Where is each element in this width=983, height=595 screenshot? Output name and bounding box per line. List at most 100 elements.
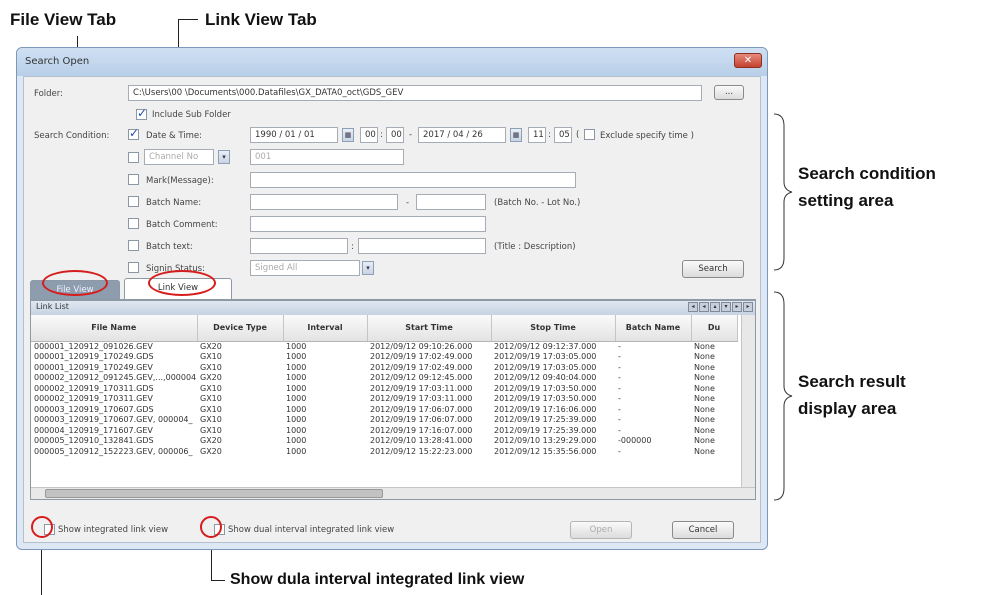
channel-select[interactable]: Channel No — [144, 149, 214, 165]
to-date-field[interactable]: 2017 / 04 / 26 — [418, 127, 506, 143]
table-row[interactable]: 000001_120919_170249.GEV GX10 1000 2012/09/… — [31, 362, 737, 373]
column-header[interactable]: Batch Name — [615, 315, 692, 342]
nav-prev-icon[interactable]: ◂ — [699, 302, 709, 312]
browse-button[interactable]: ... — [714, 85, 744, 100]
signin-status-select[interactable]: Signed All — [250, 260, 360, 276]
table-cell: GX10 — [200, 383, 222, 393]
table-row[interactable]: 000002_120912_091245.GEV,...,000004 GX20 1… — [31, 373, 737, 384]
table-cell: 000001_120919_170249.GDS — [34, 352, 154, 362]
horizontal-scrollbar[interactable] — [31, 487, 755, 499]
signin-dropdown-icon[interactable]: ▾ — [362, 261, 374, 275]
table-cell: 000003_120919_170607.GEV, 000004_ — [34, 415, 193, 425]
callout-search-condition: Search condition setting area — [798, 164, 936, 210]
table-row[interactable]: 000005_120912_152223.GEV, 000006_ GX20 100… — [31, 446, 737, 457]
column-header[interactable]: Interval — [283, 315, 368, 342]
table-cell: None — [694, 342, 715, 351]
date-time-label: Date & Time: — [146, 131, 203, 141]
table-cell: 000001_120919_170249.GEV — [34, 362, 153, 372]
from-minute-field[interactable]: 00 — [386, 127, 404, 143]
table-cell: None — [694, 436, 715, 446]
to-hour-field[interactable]: 11 — [528, 127, 546, 143]
table-cell: GX20 — [200, 446, 222, 456]
highlight-circle-file-view — [42, 270, 108, 296]
exclude-time-checkbox[interactable] — [584, 129, 595, 140]
from-date-field[interactable]: 1990 / 01 / 01 — [250, 127, 338, 143]
table-cell: - — [618, 404, 621, 414]
table-row[interactable]: 000003_120919_170607.GDS GX10 1000 2012/09/… — [31, 404, 737, 415]
show-dual-interval-label: Show dual interval integrated link view — [228, 525, 395, 535]
nav-last-icon[interactable]: ▸ — [743, 302, 753, 312]
search-button[interactable]: Search — [682, 260, 744, 278]
exclude-time-label: Exclude specify time ) — [600, 131, 694, 141]
table-cell: 2012/09/19 17:03:05.000 — [494, 352, 597, 362]
table-row[interactable]: 000004_120919_171607.GEV GX10 1000 2012/09/… — [31, 425, 737, 436]
table-cell: 2012/09/12 15:22:23.000 — [370, 446, 473, 456]
lot-no-field[interactable] — [416, 194, 486, 210]
channel-value-field[interactable]: 001 — [250, 149, 404, 165]
nav-next-icon[interactable]: ▸ — [732, 302, 742, 312]
table-row[interactable]: 000003_120919_170607.GEV, 000004_ GX10 100… — [31, 415, 737, 426]
batch-title-field[interactable] — [250, 238, 348, 254]
batch-hint: (Batch No. - Lot No.) — [494, 198, 581, 208]
table-row[interactable]: 000002_120919_170311.GDS GX10 1000 2012/09/… — [31, 383, 737, 394]
include-sub-folder-checkbox[interactable] — [136, 106, 147, 120]
table-cell: 2012/09/19 17:25:39.000 — [494, 415, 597, 425]
table-cell: 000004_120919_171607.GEV — [34, 425, 153, 435]
table-row[interactable]: 000002_120919_170311.GEV GX10 1000 2012/09/… — [31, 394, 737, 405]
batch-comment-label: Batch Comment: — [146, 220, 218, 230]
table-cell: GX20 — [200, 373, 222, 383]
callout-file-view-tab: File View Tab — [10, 10, 117, 29]
batch-comment-checkbox[interactable] — [128, 218, 139, 229]
from-hour-field[interactable]: 00 — [360, 127, 378, 143]
table-cell: 2012/09/12 09:12:45.000 — [370, 373, 473, 383]
table-cell: None — [694, 415, 715, 425]
batch-description-field[interactable] — [358, 238, 486, 254]
table-cell: 1000 — [286, 446, 307, 456]
column-header[interactable]: Stop Time — [491, 315, 616, 342]
table-cell: 000003_120919_170607.GDS — [34, 404, 154, 414]
highlight-circle-dual — [200, 516, 222, 538]
column-header[interactable]: Du — [691, 315, 738, 342]
folder-field[interactable]: C:\Users\00 \Documents\000.Datafiles\GX_… — [128, 85, 702, 101]
table-row[interactable]: 000001_120912_091026.GEV GX20 1000 2012/09/… — [31, 341, 737, 352]
batch-comment-field[interactable] — [250, 216, 486, 232]
date-time-checkbox[interactable] — [128, 126, 139, 140]
nav-first-icon[interactable]: ◂ — [688, 302, 698, 312]
column-header[interactable]: Start Time — [367, 315, 492, 342]
column-header[interactable]: File Name — [31, 315, 198, 342]
table-cell: - — [618, 383, 621, 393]
table-cell: 000001_120912_091026.GEV — [34, 342, 153, 351]
table-cell: 2012/09/12 09:12:37.000 — [494, 342, 597, 351]
horizontal-scroll-thumb[interactable] — [45, 489, 383, 498]
table-cell: GX10 — [200, 352, 222, 362]
callout-search-result: Search result display area — [798, 372, 906, 418]
channel-checkbox[interactable] — [128, 152, 139, 163]
column-header[interactable]: Device Type — [197, 315, 284, 342]
mark-field[interactable] — [250, 172, 576, 188]
open-button[interactable]: Open — [570, 521, 632, 539]
show-integrated-label: Show integrated link view — [58, 525, 169, 535]
table-row[interactable]: 000005_120910_132841.GDS GX20 1000 2012/09/… — [31, 436, 737, 447]
table-cell: 2012/09/19 17:06:07.000 — [370, 415, 473, 425]
close-button[interactable]: ✕ — [734, 53, 762, 68]
to-minute-field[interactable]: 05 — [554, 127, 572, 143]
signin-status-checkbox[interactable] — [128, 262, 139, 273]
table-cell: 2012/09/19 17:25:39.000 — [494, 425, 597, 435]
channel-dropdown-icon[interactable]: ▾ — [218, 150, 230, 164]
table-row[interactable]: 000001_120919_170249.GDS GX10 1000 2012/09/… — [31, 352, 737, 363]
dialog-client: Folder: C:\Users\00 \Documents\000.Dataf… — [23, 76, 761, 543]
from-date-picker[interactable]: ▦ — [342, 128, 354, 142]
batch-no-field[interactable] — [250, 194, 398, 210]
mark-checkbox[interactable] — [128, 174, 139, 185]
time-colon: : — [380, 130, 383, 140]
to-date-picker[interactable]: ▦ — [510, 128, 522, 142]
vertical-scrollbar[interactable] — [741, 315, 755, 487]
batch-name-checkbox[interactable] — [128, 196, 139, 207]
batch-text-checkbox[interactable] — [128, 240, 139, 251]
table-cell: None — [694, 352, 715, 362]
table-cell: 1000 — [286, 362, 307, 372]
nav-up-icon[interactable]: ▴ — [710, 302, 720, 312]
link-list-header: Link List ◂ ◂ ▴ ▾ ▸ ▸ — [31, 301, 755, 315]
nav-down-icon[interactable]: ▾ — [721, 302, 731, 312]
cancel-button[interactable]: Cancel — [672, 521, 734, 539]
